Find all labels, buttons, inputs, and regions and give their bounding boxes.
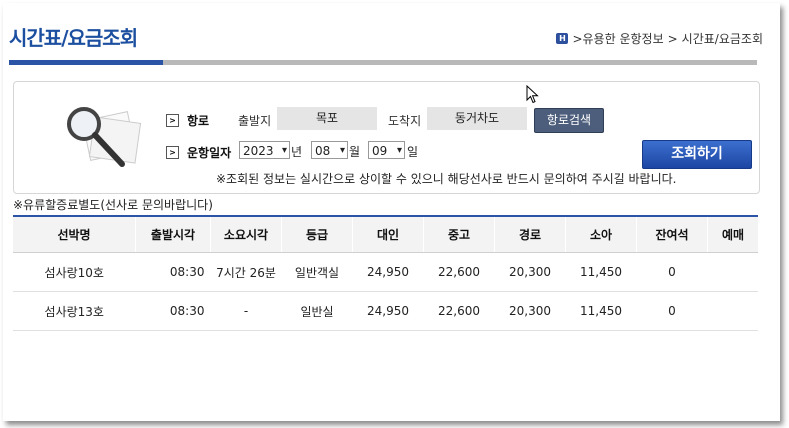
class: 일반객실	[281, 252, 353, 292]
timetable: 선박명 출발시각 소요시각 등급 대인 중고 경로 소아 잔여석 예매 섬사랑1…	[13, 215, 758, 331]
page-title: 시간표/요금조회	[9, 26, 138, 50]
departure-time: 08:30	[135, 291, 211, 331]
duration: 7시간 26분	[210, 252, 282, 292]
duration: -	[210, 291, 282, 331]
col-ship: 선박명	[13, 215, 136, 253]
seats-left: 0	[636, 291, 708, 331]
breadcrumb: H >유용한 운항정보 > 시간표/요금조회	[556, 30, 763, 47]
col-duration: 소요시각	[210, 215, 282, 253]
arrival-field[interactable]: 동거차도	[427, 107, 527, 130]
chevron-down-icon: ▾	[396, 145, 402, 156]
departure-time: 08:30	[135, 252, 211, 292]
fare-adult: 24,950	[352, 291, 424, 331]
year-unit: 년	[291, 145, 303, 159]
col-adult: 대인	[352, 215, 424, 253]
breadcrumb-item-info[interactable]: >유용한 운항정보	[572, 30, 663, 47]
route-label: 항로	[187, 114, 210, 128]
seats-left: 0	[636, 252, 708, 292]
col-child: 소아	[565, 215, 637, 253]
date-label: 운항일자	[187, 146, 232, 160]
query-button[interactable]: 조회하기	[642, 140, 752, 169]
fare-child: 11,450	[565, 291, 637, 331]
breadcrumb-separator: >	[667, 31, 678, 46]
route-search-button[interactable]: 항로검색	[534, 108, 604, 133]
table-row: 섬사랑10호 08:30 7시간 26분 일반객실 24,950 22,600 …	[13, 252, 758, 292]
month-unit: 월	[349, 145, 361, 159]
fare-senior: 20,300	[494, 291, 566, 331]
month-select[interactable]: 08 ▾	[311, 141, 348, 159]
col-reserve: 예매	[707, 215, 758, 253]
day-select[interactable]: 09 ▾	[368, 141, 405, 159]
fare-youth: 22,600	[423, 291, 495, 331]
day-unit: 일	[407, 145, 419, 159]
search-panel: > 항로 출발지 목포 도착지 동거차도 항로검색 > 운항일자 2023 ▾ 년…	[13, 81, 760, 194]
arrow-right-icon: >	[166, 146, 179, 159]
ship-name: 섬사랑13호	[13, 291, 136, 331]
title-underline	[9, 60, 757, 65]
chevron-down-icon: ▾	[339, 145, 345, 156]
chevron-down-icon: ▾	[281, 145, 287, 156]
table-header-row: 선박명 출발시각 소요시각 등급 대인 중고 경로 소아 잔여석 예매	[13, 215, 758, 253]
fare-adult: 24,950	[352, 252, 424, 292]
breadcrumb-item-current: 시간표/요금조회	[681, 32, 763, 46]
mouse-cursor-icon	[526, 85, 539, 104]
table-row: 섬사랑13호 08:30 - 일반실 24,950 22,600 20,300 …	[13, 291, 758, 331]
arrow-right-icon: >	[166, 114, 179, 127]
col-seats: 잔여석	[636, 215, 708, 253]
reserve-cell[interactable]	[707, 291, 758, 331]
reserve-cell[interactable]	[707, 252, 758, 292]
departure-label: 출발지	[238, 114, 272, 128]
home-icon[interactable]: H	[556, 33, 569, 44]
fare-youth: 22,600	[423, 252, 495, 292]
col-youth: 중고	[423, 215, 495, 253]
ship-name: 섬사랑10호	[13, 252, 136, 292]
class: 일반실	[281, 291, 353, 331]
date-label-group: > 운항일자	[166, 144, 231, 161]
route-label-group: > 항로	[166, 112, 209, 129]
magnifier-icon	[67, 107, 142, 167]
notice-text: ※조회된 정보는 실시간으로 상이할 수 있으니 해당선사로 반드시 문의하여 …	[216, 172, 677, 186]
fare-child: 11,450	[565, 252, 637, 292]
col-class: 등급	[281, 215, 353, 253]
year-select[interactable]: 2023 ▾	[239, 141, 290, 159]
fare-senior: 20,300	[494, 252, 566, 292]
arrival-label: 도착지	[388, 114, 422, 128]
col-departure: 출발시각	[135, 215, 211, 253]
departure-field[interactable]: 목포	[277, 107, 377, 130]
col-senior: 경로	[494, 215, 566, 253]
fuel-surcharge-note: ※유류할증료별도(선사로 문의바랍니다)	[13, 198, 213, 212]
